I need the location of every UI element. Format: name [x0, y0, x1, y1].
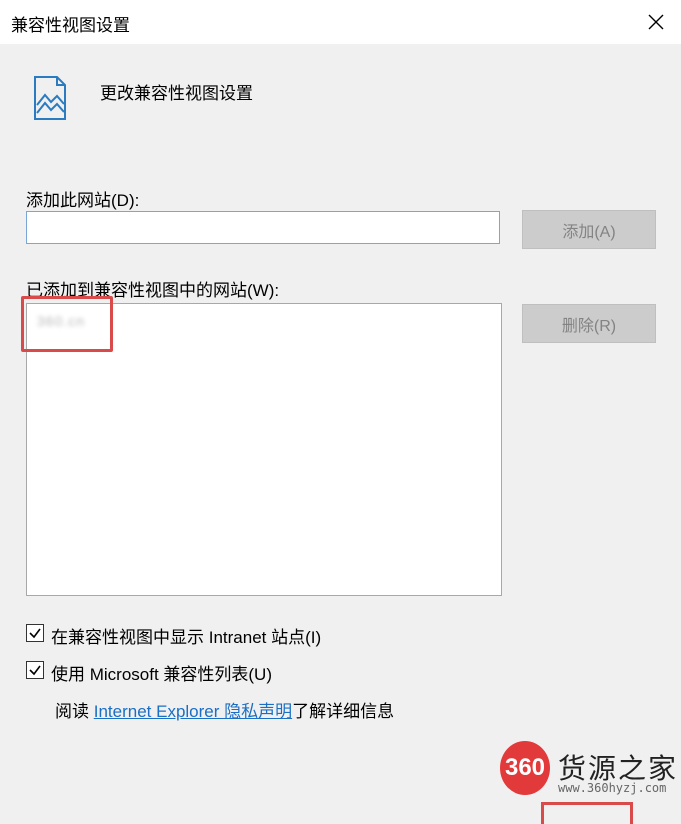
checkmark-icon — [29, 665, 41, 676]
watermark-url: www.360hyzj.com — [558, 781, 667, 795]
ms-list-label[interactable]: 使用 Microsoft 兼容性列表(U) — [51, 660, 272, 685]
intranet-label[interactable]: 在兼容性视图中显示 Intranet 站点(I) — [51, 623, 321, 648]
annotation-highlight-box — [21, 296, 113, 352]
close-icon — [648, 14, 664, 30]
add-button[interactable]: 添加(A) — [522, 210, 656, 249]
window-title: 兼容性视图设置 — [11, 16, 130, 35]
header-title: 更改兼容性视图设置 — [100, 84, 253, 103]
watermark-logo: 360 — [500, 741, 550, 795]
read-suffix: 了解详细信息 — [292, 702, 395, 721]
privacy-link[interactable]: Internet Explorer 隐私声明 — [94, 702, 292, 721]
title-bar: 兼容性视图设置 — [0, 0, 681, 44]
ms-list-checkbox[interactable] — [26, 661, 44, 679]
intranet-checkbox[interactable] — [26, 624, 44, 642]
add-site-label: 添加此网站(D): — [26, 191, 140, 210]
add-site-input[interactable] — [26, 211, 500, 244]
close-button[interactable] — [631, 0, 681, 44]
read-prefix: 阅读 — [55, 702, 94, 721]
checkmark-icon — [29, 628, 41, 639]
remove-button[interactable]: 删除(R) — [522, 304, 656, 343]
page-image-icon — [34, 76, 66, 120]
privacy-line: 阅读 Internet Explorer 隐私声明了解详细信息 — [55, 697, 394, 722]
annotation-highlight-ok — [541, 802, 633, 824]
